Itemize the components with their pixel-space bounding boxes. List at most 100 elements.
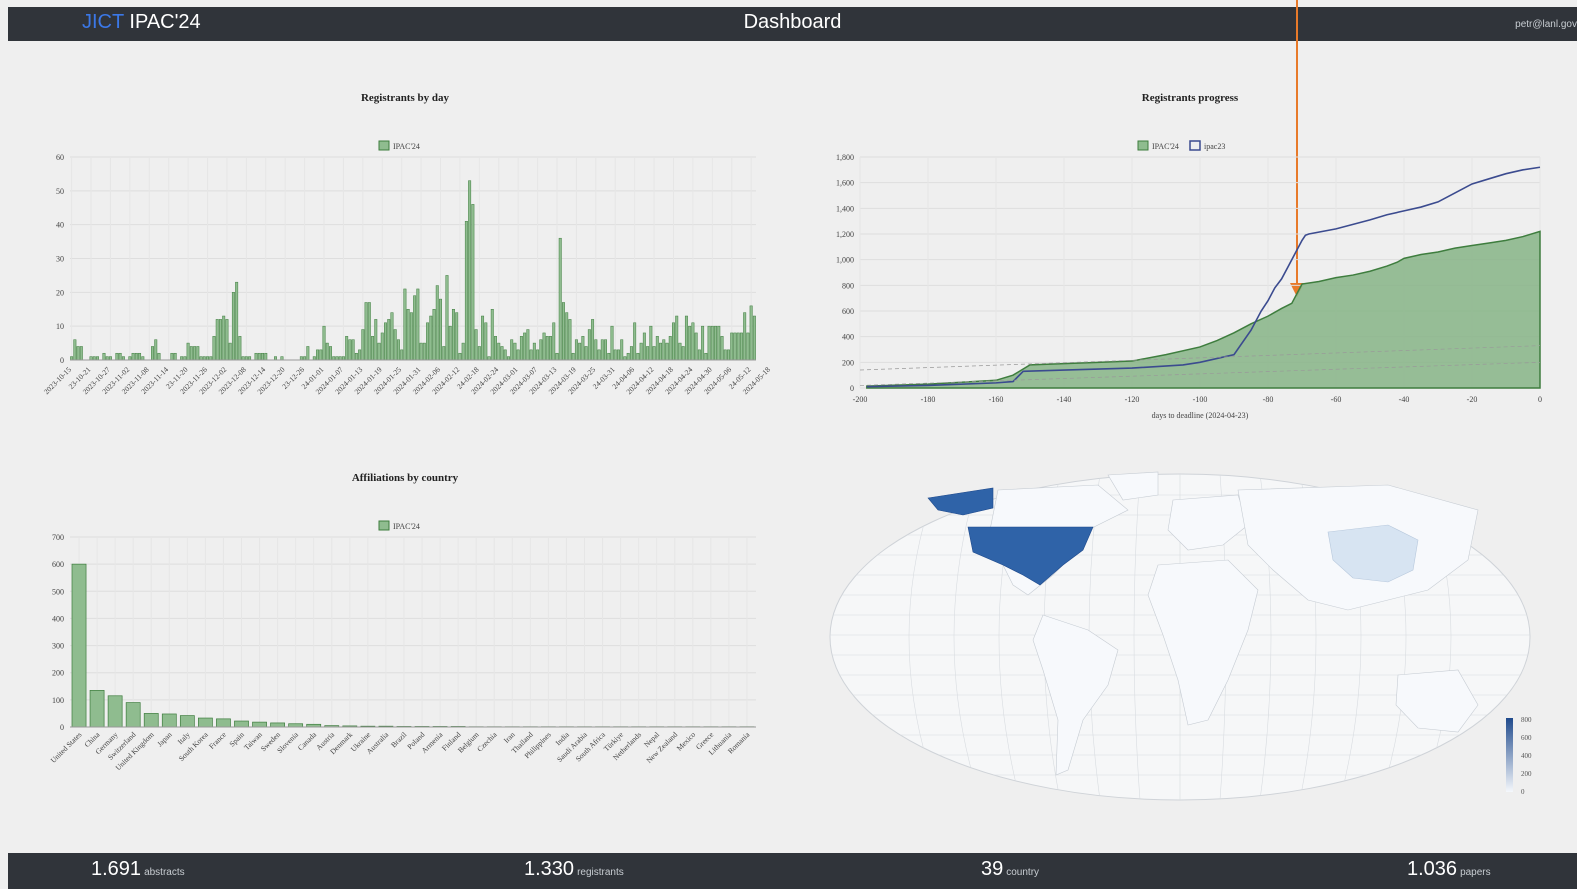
- legend-swatch: [1189, 140, 1201, 151]
- bar: [261, 352, 265, 361]
- stat-papers: 1.036 papers: [1407, 858, 1491, 881]
- y-tick-label: 500: [52, 587, 64, 596]
- bar: [209, 356, 213, 361]
- x-tick-label: -120: [1125, 395, 1140, 404]
- x-tick-label: Japan: [155, 730, 174, 749]
- bar: [717, 325, 721, 361]
- registrants-progress-chart: Registrants progress IPAC'24 ipac23 0 200 400…: [836, 92, 1542, 420]
- bar: [649, 325, 653, 361]
- legend-label: IPAC'24: [393, 522, 420, 531]
- bar: [161, 713, 177, 728]
- bar: [707, 325, 711, 361]
- bar: [558, 237, 562, 361]
- colorbar: [1506, 718, 1513, 792]
- bar: [252, 721, 267, 728]
- bar: [254, 352, 258, 361]
- bar: [636, 352, 640, 361]
- bar: [102, 352, 106, 361]
- bar: [659, 342, 663, 361]
- bar: [591, 319, 595, 361]
- x-tick-label: -180: [921, 395, 936, 404]
- bar: [312, 356, 316, 361]
- bar: [587, 329, 591, 361]
- x-tick-label: Czechia: [475, 730, 499, 754]
- bar: [623, 356, 627, 361]
- x-tick-label: 0: [1538, 395, 1542, 404]
- bar: [733, 332, 737, 361]
- y-tick-label: 1,200: [836, 230, 854, 239]
- bar: [684, 315, 688, 361]
- bar: [173, 352, 177, 361]
- bar: [107, 695, 123, 728]
- x-tick-label: France: [207, 730, 228, 751]
- bar: [179, 715, 195, 728]
- bar: [138, 352, 142, 361]
- colorbar-tick: 0: [1521, 788, 1525, 796]
- series-ipac24-area: [866, 230, 1541, 389]
- bar: [542, 332, 546, 361]
- bar: [519, 336, 523, 361]
- bar: [574, 339, 578, 361]
- bar: [736, 332, 740, 361]
- colorbar-tick: 200: [1521, 770, 1532, 778]
- bar: [216, 718, 231, 728]
- y-tick-label: 200: [52, 669, 64, 678]
- bar: [228, 342, 232, 361]
- x-tick-label: -60: [1331, 395, 1342, 404]
- legend-swatch: [378, 520, 390, 531]
- bar: [490, 309, 494, 361]
- x-axis-label: days to deadline (2024-04-23): [1152, 411, 1249, 420]
- x-tick-label: Canada: [296, 730, 319, 753]
- bar: [668, 336, 672, 361]
- bar: [439, 298, 442, 361]
- bar: [400, 349, 404, 361]
- registrants-by-day-chart: Registrants by day IPAC'24 0 10 20 30 40 50 60 20…: [42, 92, 770, 396]
- bar: [487, 356, 491, 361]
- stat-label: country: [1006, 867, 1040, 878]
- bar: [419, 342, 423, 361]
- colorbar-tick: 600: [1521, 734, 1532, 742]
- bar: [345, 336, 349, 361]
- bar: [244, 356, 248, 361]
- bar: [539, 339, 543, 361]
- bar: [681, 346, 685, 361]
- stat-label: papers: [1460, 867, 1491, 878]
- bar: [186, 342, 190, 361]
- bar: [322, 325, 326, 361]
- bar: [396, 339, 400, 361]
- bar: [92, 356, 96, 361]
- bar: [70, 356, 74, 361]
- bar: [455, 312, 459, 361]
- bar: [461, 342, 465, 361]
- bar: [225, 319, 229, 361]
- bar: [445, 275, 449, 361]
- y-tick-label: 100: [52, 696, 64, 705]
- bar: [523, 332, 527, 361]
- bar: [131, 352, 135, 361]
- bar: [134, 352, 138, 361]
- bar: [662, 339, 666, 361]
- bar: [231, 292, 235, 361]
- bar: [274, 356, 277, 361]
- bar: [105, 356, 109, 361]
- stat-registrants: 1.330 registrants: [524, 858, 624, 881]
- bar: [552, 322, 556, 361]
- x-tick-label: -140: [1057, 395, 1072, 404]
- bar: [510, 339, 514, 361]
- bar: [581, 336, 585, 361]
- bar: [335, 356, 339, 361]
- bar: [613, 349, 617, 361]
- bar: [720, 336, 724, 361]
- bar: [451, 309, 455, 361]
- bar: [319, 349, 323, 361]
- x-tick-label: -40: [1399, 395, 1410, 404]
- bar: [730, 332, 734, 361]
- bar: [374, 319, 378, 361]
- bar: [714, 325, 718, 361]
- bar: [248, 356, 252, 361]
- bar: [387, 319, 391, 361]
- bar: [329, 346, 332, 361]
- bar: [532, 342, 536, 361]
- y-tick-label: 30: [56, 255, 64, 264]
- bar: [555, 352, 559, 361]
